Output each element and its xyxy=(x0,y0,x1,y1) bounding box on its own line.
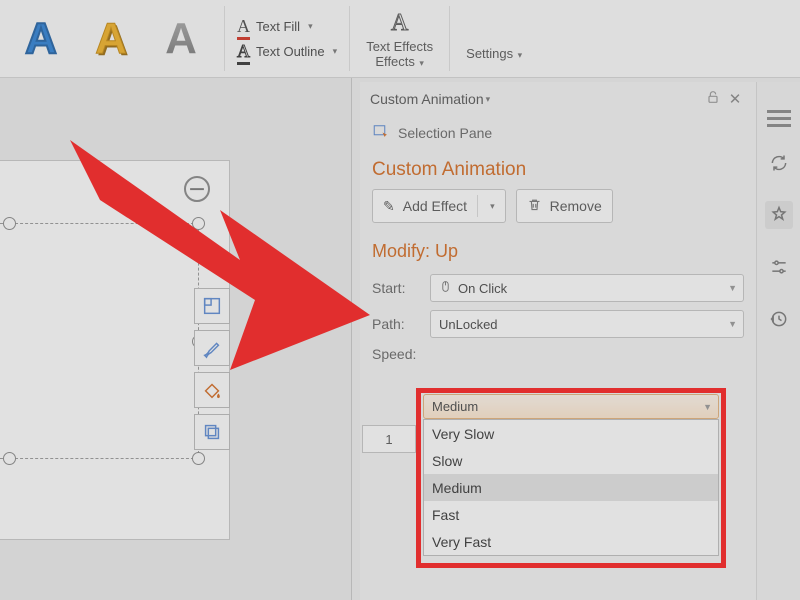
section-title: Custom Animation xyxy=(360,157,756,189)
page-indicator: 1 xyxy=(362,425,416,453)
pane-title: Custom Animation xyxy=(370,91,484,107)
trash-icon xyxy=(527,197,542,215)
add-effect-label: Add Effect xyxy=(403,198,467,214)
rail-history-icon[interactable] xyxy=(765,305,793,333)
floating-toolbar xyxy=(194,288,230,450)
resize-handle-se[interactable] xyxy=(192,452,205,465)
tool-layout[interactable] xyxy=(194,288,230,324)
right-rail xyxy=(756,82,800,600)
chevron-down-icon: ▼ xyxy=(703,402,712,412)
resize-handle-n[interactable] xyxy=(3,217,16,230)
ribbon-separator xyxy=(449,6,450,71)
start-label: Start: xyxy=(372,280,422,296)
speed-option-medium[interactable]: Medium xyxy=(424,474,718,501)
chevron-down-icon: ▾ xyxy=(333,46,338,57)
text-effects-button[interactable]: A Text Effects Effects ▾ xyxy=(352,0,447,77)
collapse-handle[interactable]: － xyxy=(184,176,210,202)
speed-option-fast[interactable]: Fast xyxy=(424,501,718,528)
chevron-down-icon: ▾ xyxy=(308,21,313,32)
start-value: On Click xyxy=(458,281,507,296)
wordart-gallery[interactable]: A A A xyxy=(0,0,222,77)
chevron-down-icon: ▼ xyxy=(728,283,737,293)
resize-handle-ne[interactable] xyxy=(192,217,205,230)
slide-canvas[interactable]: － g xyxy=(0,160,230,540)
text-fill-label: Text Fill xyxy=(256,19,300,34)
selection-pane-label: Selection Pane xyxy=(398,125,492,141)
lock-icon[interactable] xyxy=(702,89,724,109)
rail-sync-icon[interactable] xyxy=(765,149,793,177)
selection-pane-button[interactable]: Selection Pane xyxy=(360,116,756,157)
close-icon[interactable]: ✕ xyxy=(724,90,746,108)
rail-sliders-icon[interactable] xyxy=(765,253,793,281)
chevron-down-icon: ▼ xyxy=(728,319,737,329)
wordart-style-gray[interactable]: A xyxy=(146,4,216,74)
path-value: UnLocked xyxy=(439,317,498,332)
tool-shadow[interactable] xyxy=(194,414,230,450)
speed-combo[interactable]: Medium ▼ xyxy=(423,394,719,419)
speed-label: Speed: xyxy=(372,346,422,362)
rail-animation-icon[interactable] xyxy=(765,201,793,229)
tool-fill[interactable] xyxy=(194,372,230,408)
text-effects-sub: Effects xyxy=(375,54,415,69)
text-fill-icon: A xyxy=(237,16,250,37)
text-outline-button[interactable]: A Text Outline ▾ xyxy=(237,41,337,62)
chevron-down-icon: ▾ xyxy=(490,201,495,212)
tool-brush[interactable] xyxy=(194,330,230,366)
path-label: Path: xyxy=(372,316,422,332)
settings-button[interactable]: Settings ▾ xyxy=(452,0,536,77)
selection-pane-icon xyxy=(372,122,390,143)
slide-workspace: － g xyxy=(0,78,352,600)
speed-option-very-fast[interactable]: Very Fast xyxy=(424,528,718,555)
start-combo[interactable]: On Click ▼ xyxy=(430,274,744,302)
add-effect-button[interactable]: ✎ Add Effect ▾ xyxy=(372,189,506,223)
wordart-style-blue[interactable]: A xyxy=(6,4,76,74)
pane-header: Custom Animation ▾ ✕ xyxy=(360,82,756,116)
pencil-icon: ✎ xyxy=(383,198,395,215)
text-effects-label: Text Effects xyxy=(366,39,433,54)
ribbon-separator xyxy=(349,6,350,71)
mouse-icon xyxy=(439,280,452,296)
chevron-down-icon[interactable]: ▾ xyxy=(486,94,491,105)
hamburger-icon[interactable] xyxy=(767,110,791,113)
speed-value: Medium xyxy=(432,399,478,414)
ribbon: A A A A Text Fill ▾ A Text Outline ▾ A T… xyxy=(0,0,800,78)
text-outline-icon: A xyxy=(237,41,250,62)
selection-box[interactable]: － g xyxy=(0,223,199,459)
text-format-group: A Text Fill ▾ A Text Outline ▾ xyxy=(227,0,347,77)
remove-button[interactable]: Remove xyxy=(516,189,613,223)
text-effects-icon: A xyxy=(391,9,408,39)
chevron-down-icon: ▾ xyxy=(417,58,424,68)
settings-label: Settings xyxy=(466,46,513,61)
path-combo[interactable]: UnLocked ▼ xyxy=(430,310,744,338)
speed-option-very-slow[interactable]: Very Slow xyxy=(424,420,718,447)
speed-dropdown: Very Slow Slow Medium Fast Very Fast xyxy=(423,419,719,556)
remove-label: Remove xyxy=(550,198,602,214)
speed-option-slow[interactable]: Slow xyxy=(424,447,718,474)
text-outline-label: Text Outline xyxy=(256,44,325,59)
wordart-style-gold[interactable]: A xyxy=(76,4,146,74)
modify-title: Modify: Up xyxy=(360,239,756,270)
chevron-down-icon: ▾ xyxy=(515,50,522,60)
ribbon-separator xyxy=(224,6,225,71)
resize-handle-s[interactable] xyxy=(3,452,16,465)
text-fill-button[interactable]: A Text Fill ▾ xyxy=(237,16,337,37)
